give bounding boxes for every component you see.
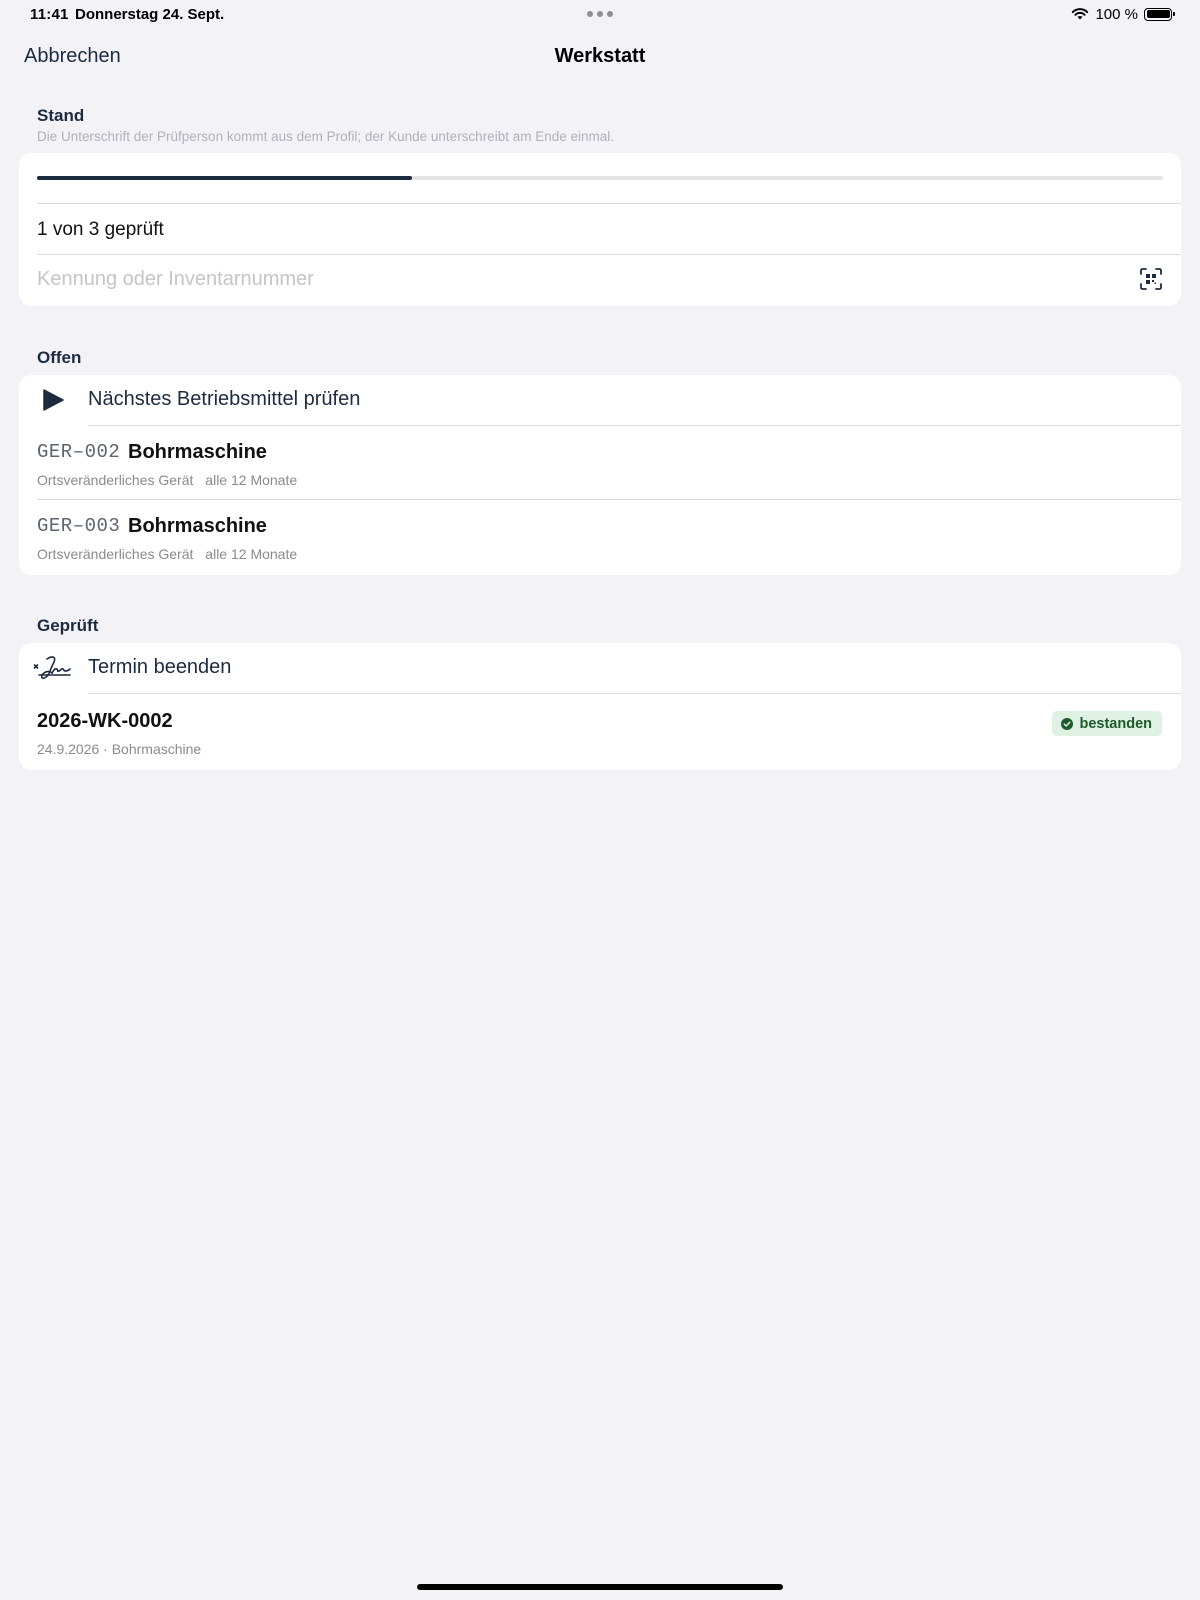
battery-percentage: 100 % <box>1095 5 1138 23</box>
item-name: Bohrmaschine <box>128 515 267 537</box>
progress-card: 1 von 3 geprüft <box>19 153 1181 306</box>
play-icon <box>43 389 64 411</box>
item-interval: alle 12 Monate <box>205 472 298 488</box>
end-appointment-label: Termin beenden <box>88 656 232 678</box>
end-appointment-button[interactable]: Termin beenden <box>19 643 1181 693</box>
status-badge: bestanden <box>1052 711 1162 736</box>
status-date: Donnerstag 24. Sept. <box>75 6 225 23</box>
progress-text: 1 von 3 geprüft <box>37 219 164 240</box>
home-indicator[interactable] <box>417 1584 783 1590</box>
item-interval: alle 12 Monate <box>205 546 298 562</box>
status-time: 11:41 <box>30 6 69 23</box>
list-item[interactable]: GER–003 Bohrmaschine Ortsveränderliches … <box>19 500 1181 573</box>
item-meta: Ortsveränderliches Gerät alle 12 Monate <box>37 472 297 488</box>
next-item-button[interactable]: Nächstes Betriebsmittel prüfen <box>19 375 1181 425</box>
battery-icon <box>1144 7 1175 21</box>
page: 11:41 Donnerstag 24. Sept. 100 % Abbrech… <box>0 0 1200 1600</box>
page-title: Werkstatt <box>554 45 646 67</box>
signature-icon <box>33 656 71 679</box>
item-type: Ortsveränderliches Gerät <box>37 472 194 488</box>
item-code: GER–003 <box>37 515 121 537</box>
checked-items-card: Termin beenden 2026-WK-0002 24.9.2026 · … <box>19 643 1181 770</box>
section-title-stand: Stand <box>37 106 85 125</box>
divider <box>37 203 1181 204</box>
progress-bar-fill <box>37 176 412 180</box>
next-item-label: Nächstes Betriebsmittel prüfen <box>88 388 361 410</box>
item-name: Bohrmaschine <box>128 441 267 463</box>
item-code: GER–002 <box>37 441 121 463</box>
multitasking-dots-icon[interactable] <box>587 11 613 17</box>
checkmark-circle-icon <box>1061 717 1074 730</box>
item-type: Ortsveränderliches Gerät <box>37 546 194 562</box>
wifi-icon <box>1072 8 1089 20</box>
section-title-geprueft: Geprüft <box>37 616 99 635</box>
qr-scan-icon[interactable] <box>1140 268 1162 290</box>
status-right: 100 % <box>1071 5 1175 23</box>
open-items-card: Nächstes Betriebsmittel prüfen GER–002 B… <box>19 375 1181 575</box>
progress-bar <box>37 176 1163 180</box>
status-badge-label: bestanden <box>1079 715 1152 732</box>
status-bar: 11:41 Donnerstag 24. Sept. 100 % <box>0 0 1200 28</box>
list-item[interactable]: 2026-WK-0002 24.9.2026 · Bohrmaschine be… <box>19 694 1181 770</box>
section-subtitle-stand: Die Unterschrift der Prüfperson kommt au… <box>37 129 615 144</box>
inspection-id: 2026-WK-0002 <box>37 710 173 732</box>
inspection-meta: 24.9.2026 · Bohrmaschine <box>37 741 202 757</box>
search-input[interactable] <box>37 255 1097 303</box>
list-item[interactable]: GER–002 Bohrmaschine Ortsveränderliches … <box>19 426 1181 499</box>
item-meta: Ortsveränderliches Gerät alle 12 Monate <box>37 546 297 562</box>
section-title-offen: Offen <box>37 348 82 367</box>
